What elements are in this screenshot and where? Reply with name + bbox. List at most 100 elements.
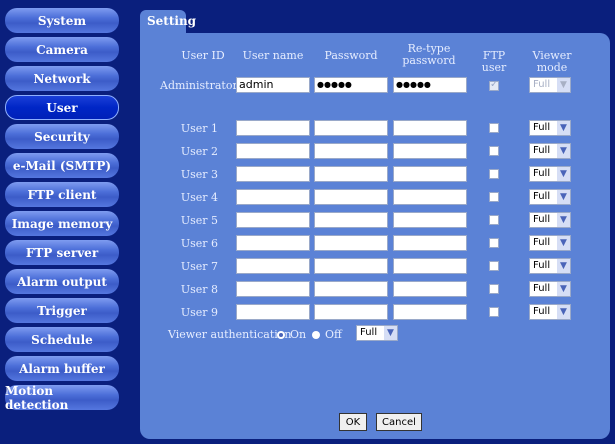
chevron-down-icon: ▼: [557, 144, 570, 158]
viewer-auth-on-label: On: [290, 328, 307, 341]
user-password-field[interactable]: [314, 304, 388, 320]
user-username-field[interactable]: [236, 304, 310, 320]
user-row-label: User 1: [180, 122, 218, 135]
user-ftp-user-checkbox[interactable]: [489, 307, 499, 317]
chevron-down-icon: ▼: [557, 190, 570, 204]
user-ftp-user-checkbox[interactable]: [489, 123, 499, 133]
tab-setting[interactable]: Setting: [140, 10, 196, 34]
sidebar-menu: System Camera Network User Security e-Mail (S…: [5, 8, 119, 414]
cancel-button[interactable]: Cancel: [376, 413, 422, 431]
user-password-field[interactable]: [314, 189, 388, 205]
viewer-auth-off-radio[interactable]: [312, 331, 320, 339]
ok-button[interactable]: OK: [339, 413, 367, 431]
user-ftp-user-checkbox[interactable]: [489, 215, 499, 225]
user-password-field[interactable]: [314, 143, 388, 159]
user-ftp-user-checkbox[interactable]: [489, 192, 499, 202]
sidebar-item-e-mail-smtp[interactable]: e-Mail (SMTP): [5, 153, 119, 178]
user-row-label: User 9: [180, 306, 218, 319]
user-username-field[interactable]: [236, 189, 310, 205]
user-username-field[interactable]: [236, 281, 310, 297]
header-user-name: User name: [242, 49, 304, 62]
user-retype-password-field[interactable]: [393, 258, 467, 274]
user-row-label: User 6: [180, 237, 218, 250]
user-username-field[interactable]: [236, 212, 310, 228]
sidebar-item-camera[interactable]: Camera: [5, 37, 119, 62]
chevron-down-icon: ▼: [557, 78, 570, 92]
sidebar-item-motion-detection[interactable]: Motion detection: [5, 384, 119, 412]
chevron-down-icon: ▼: [557, 305, 570, 319]
sidebar-item-ftp-client[interactable]: FTP client: [5, 182, 119, 207]
user-retype-password-field[interactable]: [393, 235, 467, 251]
header-user-id: User ID: [181, 49, 225, 62]
user-viewer-mode-select[interactable]: Full ▼: [529, 281, 571, 297]
user-retype-password-field[interactable]: [393, 304, 467, 320]
user-viewer-mode-select[interactable]: Full ▼: [529, 258, 571, 274]
chevron-down-icon: ▼: [557, 121, 570, 135]
user-ftp-user-checkbox[interactable]: [489, 238, 499, 248]
admin-label: Administrator: [160, 79, 238, 92]
user-row-label: User 3: [180, 168, 218, 181]
user-retype-password-field[interactable]: [393, 143, 467, 159]
sidebar-item-schedule[interactable]: Schedule: [5, 327, 119, 352]
sidebar-item-trigger[interactable]: Trigger: [5, 298, 119, 323]
user-password-field[interactable]: [314, 212, 388, 228]
user-viewer-mode-select[interactable]: Full ▼: [529, 120, 571, 136]
admin-retype-password-field[interactable]: ●●●●●: [393, 77, 467, 93]
chevron-down-icon: ▼: [557, 236, 570, 250]
admin-ftp-user-checkbox: [489, 79, 499, 91]
sidebar-item-user[interactable]: User: [5, 95, 119, 120]
sidebar-item-image-memory[interactable]: Image memory: [5, 211, 119, 236]
sidebar-item-security[interactable]: Security: [5, 124, 119, 149]
viewer-auth-mode-select[interactable]: Full ▼: [356, 325, 398, 341]
sidebar-item-system[interactable]: System: [5, 8, 119, 33]
user-row-label: User 2: [180, 145, 218, 158]
user-username-field[interactable]: [236, 235, 310, 251]
sidebar-item-alarm-buffer[interactable]: Alarm buffer: [5, 356, 119, 381]
sidebar-item-ftp-server[interactable]: FTP server: [5, 240, 119, 265]
user-username-field[interactable]: [236, 120, 310, 136]
user-ftp-user-checkbox[interactable]: [489, 169, 499, 179]
user-password-field[interactable]: [314, 120, 388, 136]
user-row-label: User 8: [180, 283, 218, 296]
user-retype-password-field[interactable]: [393, 212, 467, 228]
sidebar-item-alarm-output[interactable]: Alarm output: [5, 269, 119, 294]
user-ftp-user-checkbox[interactable]: [489, 146, 499, 156]
chevron-down-icon: ▼: [557, 282, 570, 296]
user-password-field[interactable]: [314, 235, 388, 251]
user-username-field[interactable]: [236, 143, 310, 159]
header-viewer-mode: Viewer mode: [532, 49, 572, 74]
user-username-field[interactable]: [236, 258, 310, 274]
user-viewer-mode-select[interactable]: Full ▼: [529, 235, 571, 251]
user-viewer-mode-select[interactable]: Full ▼: [529, 166, 571, 182]
header-retype-password: Re-type password: [402, 42, 456, 67]
viewer-auth-on-radio[interactable]: [277, 331, 285, 339]
user-retype-password-field[interactable]: [393, 189, 467, 205]
user-viewer-mode-select[interactable]: Full ▼: [529, 304, 571, 320]
user-password-field[interactable]: [314, 258, 388, 274]
admin-password-field[interactable]: ●●●●●: [314, 77, 388, 93]
user-retype-password-field[interactable]: [393, 120, 467, 136]
chevron-down-icon: ▼: [384, 326, 397, 340]
user-ftp-user-checkbox[interactable]: [489, 284, 499, 294]
user-viewer-mode-select[interactable]: Full ▼: [529, 143, 571, 159]
user-row-label: User 4: [180, 191, 218, 204]
user-password-field[interactable]: [314, 281, 388, 297]
user-retype-password-field[interactable]: [393, 166, 467, 182]
user-viewer-mode-select[interactable]: Full ▼: [529, 189, 571, 205]
viewer-auth-label: Viewer authentication: [168, 328, 292, 341]
chevron-down-icon: ▼: [557, 259, 570, 273]
user-retype-password-field[interactable]: [393, 281, 467, 297]
user-viewer-mode-select[interactable]: Full ▼: [529, 212, 571, 228]
admin-username-field[interactable]: admin: [236, 77, 310, 93]
header-password: Password: [324, 49, 378, 62]
chevron-down-icon: ▼: [557, 167, 570, 181]
admin-viewer-mode-select: Full ▼: [529, 77, 571, 93]
sidebar-item-network[interactable]: Network: [5, 66, 119, 91]
header-ftp-user: FTP user: [481, 49, 507, 74]
user-ftp-user-checkbox[interactable]: [489, 261, 499, 271]
user-row-label: User 5: [180, 214, 218, 227]
user-password-field[interactable]: [314, 166, 388, 182]
user-row-label: User 7: [180, 260, 218, 273]
user-username-field[interactable]: [236, 166, 310, 182]
viewer-auth-off-label: Off: [325, 328, 342, 341]
